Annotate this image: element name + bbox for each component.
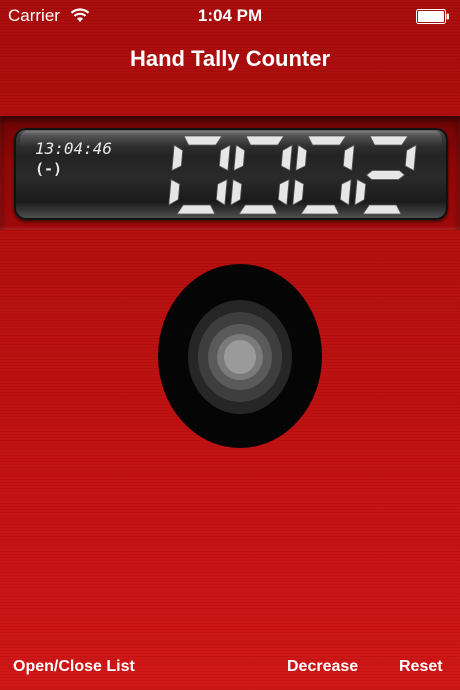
direction-indicator: (-) xyxy=(35,160,63,178)
digit-segment xyxy=(233,144,246,172)
digit-segment xyxy=(365,170,406,180)
digit-segment xyxy=(354,178,367,206)
digit-segment xyxy=(342,144,355,172)
decrease-button[interactable]: Decrease xyxy=(287,658,358,676)
digit-segment xyxy=(245,135,285,146)
digit-segment xyxy=(218,144,231,172)
digit-segment xyxy=(280,144,293,172)
counter-digit xyxy=(168,135,231,215)
digit-segment xyxy=(215,178,228,206)
digit-segment xyxy=(238,204,278,215)
open-close-list-button[interactable]: Open/Close List xyxy=(13,658,135,676)
counter-digits xyxy=(168,135,417,215)
reset-button[interactable]: Reset xyxy=(399,658,443,676)
digit-segment xyxy=(339,178,352,206)
digit-segment xyxy=(176,204,216,215)
battery-icon xyxy=(416,9,450,29)
counter-digit xyxy=(230,135,293,215)
counter-digit xyxy=(292,135,355,215)
digit-segment xyxy=(362,204,402,215)
status-time: 1:04 PM xyxy=(197,6,263,25)
digit-segment xyxy=(168,178,181,206)
page-title: Hand Tally Counter xyxy=(129,46,331,71)
digit-segment xyxy=(292,178,305,206)
digit-segment xyxy=(404,144,417,172)
digit-segment xyxy=(230,178,243,206)
last-tap-timestamp: 13:04:46 xyxy=(35,139,113,158)
button-center xyxy=(224,340,256,374)
digit-segment xyxy=(171,144,184,172)
digit-segment xyxy=(307,135,347,146)
status-bar: Carrier 1:04 PM xyxy=(0,0,460,32)
digit-segment xyxy=(295,144,308,172)
bottom-toolbar: Open/Close List Decrease Reset xyxy=(0,650,460,690)
tally-count-button[interactable] xyxy=(158,264,322,448)
digit-segment xyxy=(369,135,409,146)
digit-segment xyxy=(277,178,290,206)
counter-digit xyxy=(354,135,417,215)
digit-segment xyxy=(183,135,223,146)
digit-segment xyxy=(300,204,340,215)
